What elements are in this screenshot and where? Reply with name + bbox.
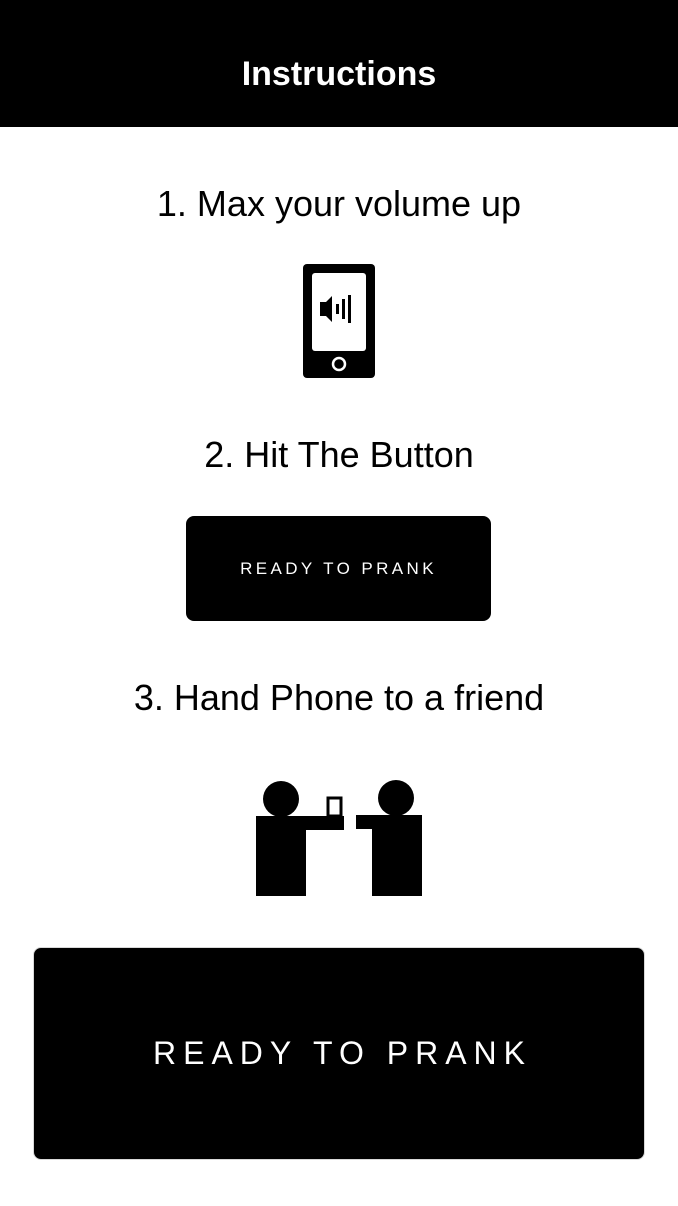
phone-volume-icon xyxy=(303,264,375,378)
step-3-text: 3. Hand Phone to a friend xyxy=(133,677,545,718)
example-prank-button-label: READY TO PRANK xyxy=(240,558,437,578)
example-prank-button: READY TO PRANK xyxy=(186,516,491,621)
hand-phone-to-friend-icon xyxy=(254,779,424,896)
ready-to-prank-button[interactable]: READY TO PRANK xyxy=(33,947,645,1160)
instructions-screen: Instructions 1. Max your volume up 2. Hi… xyxy=(0,0,678,1206)
step-1-text: 1. Max your volume up xyxy=(156,183,522,224)
navigation-bar: Instructions xyxy=(0,0,678,127)
page-title: Instructions xyxy=(241,55,437,93)
ready-to-prank-button-label: READY TO PRANK xyxy=(153,1035,532,1071)
step-2-text: 2. Hit The Button xyxy=(204,434,474,475)
